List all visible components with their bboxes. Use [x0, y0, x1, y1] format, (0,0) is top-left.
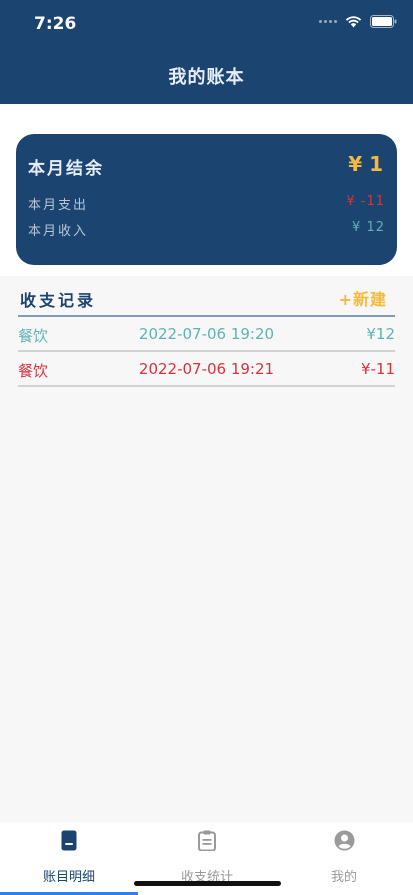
expense-label: 本月支出	[28, 198, 89, 213]
balance-label: 本月结余	[28, 159, 104, 179]
clipboard-icon	[198, 830, 216, 852]
expense-value: ¥ -11	[346, 194, 385, 209]
records-section: 收支记录 +新建 餐饮 2022-07-06 19:20 ¥12 餐饮 2022…	[0, 276, 413, 822]
record-amount: ¥12	[366, 325, 395, 343]
page-title: 我的账本	[168, 67, 245, 88]
battery-icon	[370, 15, 397, 28]
record-time: 2022-07-06 19:20	[138, 325, 275, 343]
home-indicator	[134, 881, 281, 886]
top-header: 7:26 我的账本	[0, 0, 413, 104]
record-time: 2022-07-06 19:21	[138, 360, 275, 378]
tab-mine[interactable]: 我的	[275, 822, 413, 895]
record-row[interactable]: 餐饮 2022-07-06 19:20 ¥12	[18, 317, 395, 352]
record-row[interactable]: 餐饮 2022-07-06 19:21 ¥-11	[18, 352, 395, 387]
income-label: 本月收入	[28, 224, 89, 239]
document-icon	[61, 830, 77, 851]
monthly-balance-card: 本月结余 ¥ 1 本月支出 ¥ -11 本月收入 ¥ 12	[16, 134, 397, 265]
cellular-signal-icon	[319, 20, 337, 23]
income-value: ¥ 12	[352, 220, 385, 235]
status-icons	[319, 15, 397, 28]
new-record-button[interactable]: +新建	[339, 286, 387, 310]
balance-value: ¥ 1	[348, 152, 383, 176]
status-time: 7:26	[34, 14, 77, 34]
wifi-icon	[345, 16, 362, 28]
user-icon	[334, 830, 354, 851]
tab-label: 我的	[330, 870, 357, 885]
tab-account-details[interactable]: 账目明细	[0, 822, 138, 895]
record-amount: ¥-11	[360, 360, 395, 378]
tab-label: 账目明细	[42, 870, 95, 885]
records-title: 收支记录	[20, 291, 97, 310]
